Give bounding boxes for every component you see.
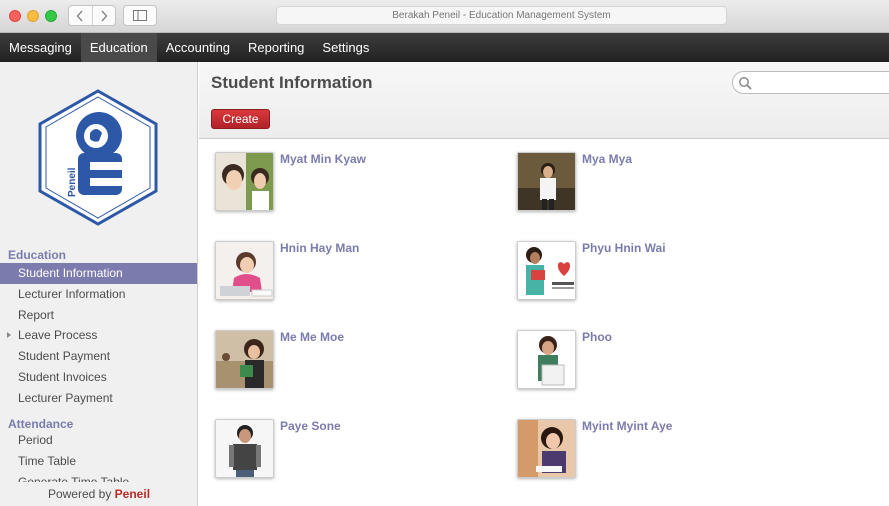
- student-name[interactable]: Myint Myint Aye: [582, 419, 672, 433]
- powered-brand-link[interactable]: Peneil: [115, 487, 150, 501]
- powered-prefix: Powered by: [47, 487, 112, 501]
- student-card[interactable]: Me Me Moe: [215, 330, 505, 400]
- peneil-logo[interactable]: Peneil: [38, 89, 158, 226]
- student-name[interactable]: Myat Min Kyaw: [280, 152, 366, 166]
- chevron-right-icon: [101, 9, 108, 22]
- logo-text: Peneil: [67, 167, 78, 197]
- page-title: Student Information: [211, 73, 373, 92]
- sidebar-item-student-invoices[interactable]: Student Invoices: [0, 367, 197, 388]
- chevron-left-icon: [76, 9, 83, 22]
- section-title-attendance: Attendance: [8, 417, 74, 431]
- create-button[interactable]: Create: [211, 109, 270, 129]
- student-name[interactable]: Phoo: [582, 330, 612, 344]
- student-photo: [215, 419, 274, 478]
- search-input[interactable]: [732, 71, 889, 94]
- sidebar-item-report[interactable]: Report: [0, 305, 197, 326]
- top-menu: Messaging Education Accounting Reporting…: [0, 33, 889, 62]
- menu-accounting[interactable]: Accounting: [157, 33, 239, 62]
- sidebar-item-leave-process[interactable]: Leave Process: [0, 325, 197, 346]
- sidebar-item-student-payment[interactable]: Student Payment: [0, 346, 197, 367]
- sidebar-item-period[interactable]: Period: [0, 430, 197, 451]
- sidebar-icon: [133, 10, 147, 21]
- menu-settings[interactable]: Settings: [313, 33, 378, 62]
- back-button[interactable]: [69, 6, 92, 25]
- student-photo: [517, 419, 576, 478]
- student-name[interactable]: Mya Mya: [582, 152, 632, 166]
- forward-button[interactable]: [91, 6, 116, 25]
- caret-right-icon: [7, 332, 11, 338]
- address-bar[interactable]: Berakah Peneil - Education Management Sy…: [276, 6, 727, 25]
- sidebar-item-lecturer-information[interactable]: Lecturer Information: [0, 284, 197, 305]
- sidebar-item-label: Leave Process: [18, 328, 98, 342]
- student-card[interactable]: Mya Mya: [517, 152, 807, 222]
- student-card[interactable]: Myint Myint Aye: [517, 419, 807, 489]
- student-photo: [517, 241, 576, 300]
- student-photo: [215, 330, 274, 389]
- student-name[interactable]: Me Me Moe: [280, 330, 344, 344]
- student-card[interactable]: Paye Sone: [215, 419, 505, 489]
- menu-education[interactable]: Education: [80, 33, 157, 62]
- window-titlebar: Berakah Peneil - Education Management Sy…: [0, 0, 889, 33]
- main-header: Student Information Create: [199, 62, 889, 139]
- sidebar-toggle-button[interactable]: [123, 5, 157, 26]
- close-window-button[interactable]: [9, 10, 21, 22]
- student-card[interactable]: Myat Min Kyaw: [215, 152, 505, 222]
- student-photo: [215, 241, 274, 300]
- minimize-window-button[interactable]: [27, 10, 39, 22]
- sidebar-item-lecturer-payment[interactable]: Lecturer Payment: [0, 388, 197, 409]
- student-card[interactable]: Phyu Hnin Wai: [517, 241, 807, 311]
- student-photo: [215, 152, 274, 211]
- student-name[interactable]: Paye Sone: [280, 419, 341, 433]
- zoom-window-button[interactable]: [45, 10, 57, 22]
- student-photo: [517, 330, 576, 389]
- sidebar-item-student-information[interactable]: Student Information: [0, 263, 197, 284]
- student-card[interactable]: Phoo: [517, 330, 807, 400]
- sidebar: Peneil Education Student Information Lec…: [0, 62, 198, 506]
- section-title-education: Education: [8, 248, 67, 262]
- search-icon: [739, 77, 752, 90]
- student-card[interactable]: Hnin Hay Man: [215, 241, 505, 311]
- student-name[interactable]: Phyu Hnin Wai: [582, 241, 666, 255]
- student-photo: [517, 152, 576, 211]
- sidebar-item-time-table[interactable]: Time Table: [0, 451, 197, 472]
- powered-by: Powered by Peneil: [0, 482, 197, 506]
- menu-messaging[interactable]: Messaging: [0, 33, 81, 62]
- history-nav: [68, 5, 116, 26]
- menu-reporting[interactable]: Reporting: [239, 33, 313, 62]
- student-name[interactable]: Hnin Hay Man: [280, 241, 359, 255]
